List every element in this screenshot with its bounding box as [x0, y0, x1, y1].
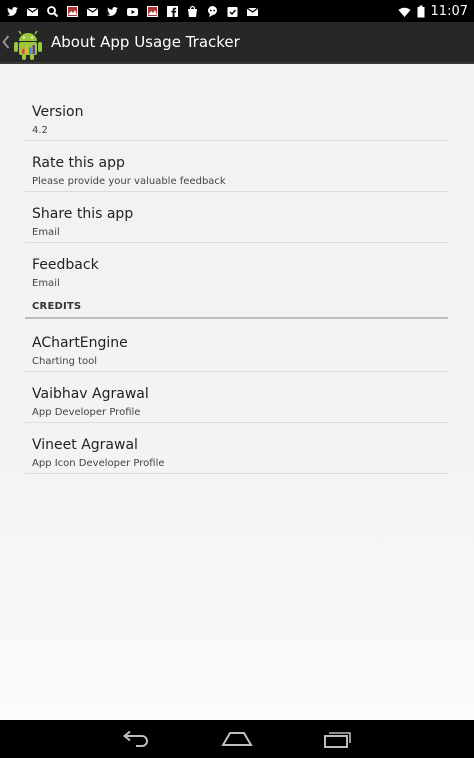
pref-title: Version	[32, 104, 84, 120]
recents-icon[interactable]	[318, 727, 358, 751]
pref-rate-app[interactable]: Rate this app Please provide your valuab…	[25, 141, 448, 192]
settings-list: Version 4.2 Rate this app Please provide…	[0, 64, 474, 720]
home-icon[interactable]	[217, 727, 257, 751]
photo-icon	[66, 5, 79, 18]
pref-summary: 4.2	[32, 125, 48, 136]
search-icon	[46, 5, 59, 18]
photo-icon	[146, 5, 159, 18]
credit-summary: Charting tool	[32, 356, 98, 367]
credit-title: Vineet Agrawal	[32, 437, 138, 453]
page-title: About App Usage Tracker	[51, 33, 240, 51]
pref-title: Share this app	[32, 206, 134, 222]
pref-summary: Please provide your valuable feedback	[32, 176, 226, 187]
pref-summary: Email	[32, 278, 60, 289]
task-icon	[226, 5, 239, 18]
credit-vaibhav-agrawal[interactable]: Vaibhav Agrawal App Developer Profile	[25, 372, 448, 423]
battery-icon	[417, 5, 425, 18]
navigation-bar	[0, 720, 474, 758]
action-bar: About App Usage Tracker	[0, 22, 474, 64]
pref-feedback[interactable]: Feedback Email	[25, 243, 448, 294]
gmail-icon	[26, 5, 39, 18]
wifi-icon	[398, 5, 411, 18]
chevron-left-icon[interactable]	[2, 34, 10, 50]
back-icon[interactable]	[116, 727, 156, 751]
pref-share-app[interactable]: Share this app Email	[25, 192, 448, 243]
store-icon	[186, 5, 199, 18]
credits-header-label: CREDITS	[32, 301, 82, 312]
mail-icon	[246, 5, 259, 18]
pref-summary: Email	[32, 227, 60, 238]
pref-version[interactable]: Version 4.2	[25, 90, 448, 141]
gmail-icon	[86, 5, 99, 18]
twitter-icon	[106, 5, 119, 18]
twitter-icon	[6, 5, 19, 18]
credit-achartengine[interactable]: AChartEngine Charting tool	[25, 321, 448, 372]
pref-title: Rate this app	[32, 155, 125, 171]
notification-icons	[6, 3, 259, 19]
status-time: 11:07	[430, 3, 468, 19]
chat-icon	[206, 5, 219, 18]
credit-title: AChartEngine	[32, 335, 128, 351]
credit-title: Vaibhav Agrawal	[32, 386, 149, 402]
status-bar: 11:07	[0, 0, 474, 22]
system-status-icons: 11:07	[398, 3, 468, 19]
app-logo-icon[interactable]	[10, 25, 46, 61]
credits-category-header: CREDITS	[25, 296, 448, 319]
pref-title: Feedback	[32, 257, 99, 273]
credit-summary: App Developer Profile	[32, 407, 141, 418]
credit-vineet-agrawal[interactable]: Vineet Agrawal App Icon Developer Profil…	[25, 423, 448, 474]
youtube-icon	[126, 5, 139, 18]
credit-summary: App Icon Developer Profile	[32, 458, 165, 469]
facebook-icon	[166, 5, 179, 18]
